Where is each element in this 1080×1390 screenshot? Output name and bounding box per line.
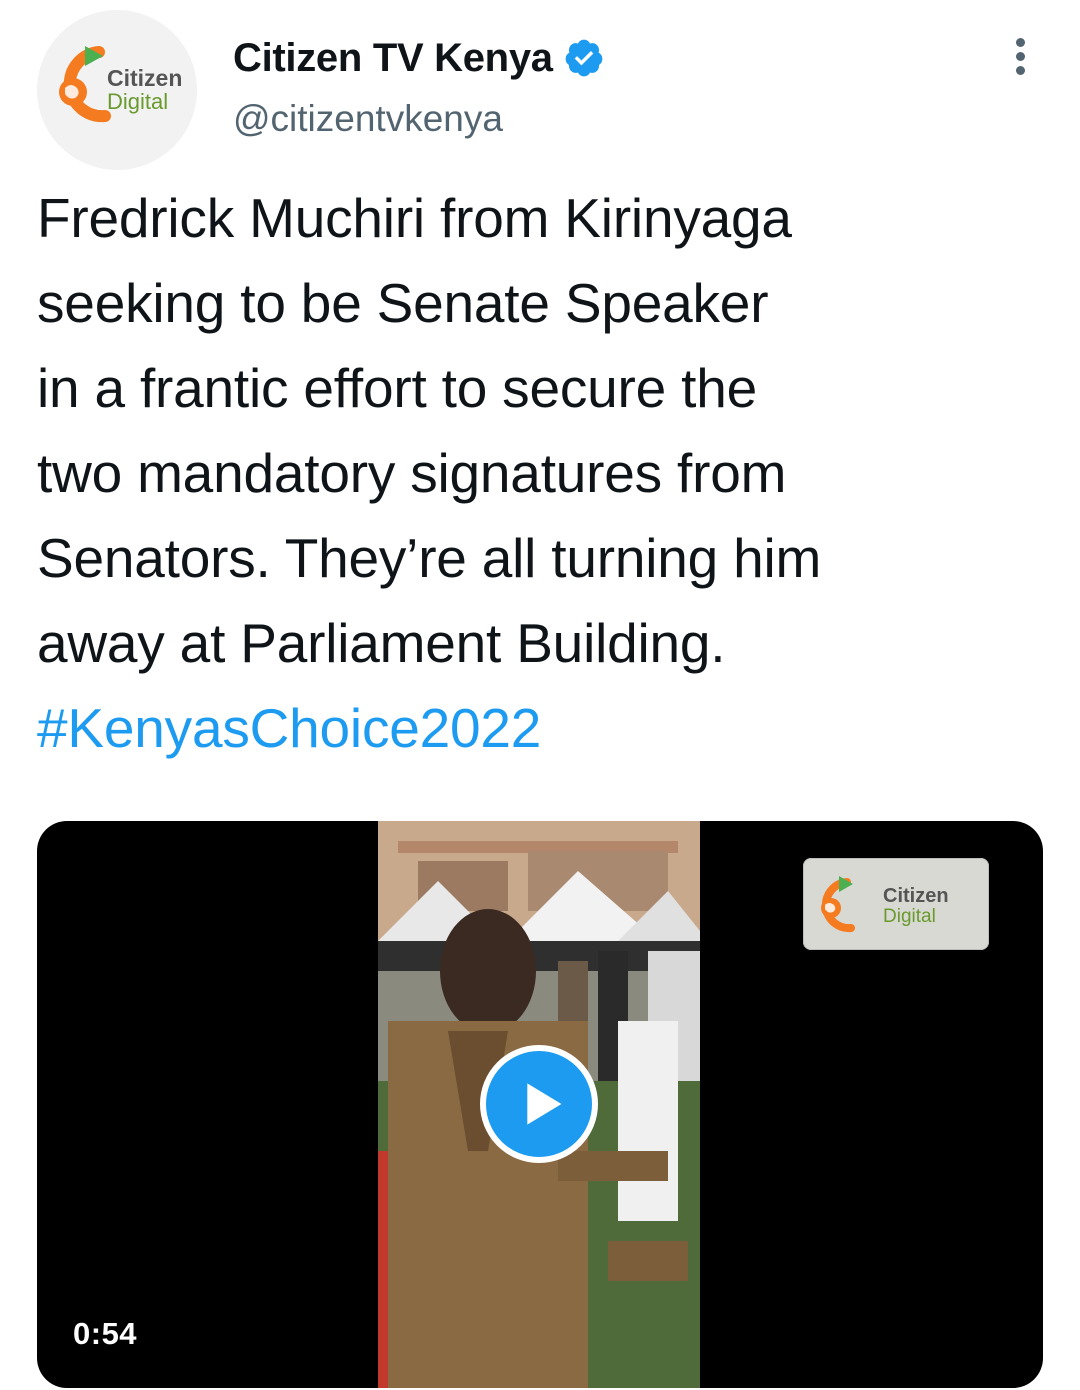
svg-text:Digital: Digital — [107, 89, 168, 114]
tweet-text-line: seeking to be Senate Speaker — [37, 272, 769, 334]
more-vertical-icon — [1015, 37, 1025, 47]
author-display-name[interactable]: Citizen TV Kenya — [233, 36, 553, 81]
tweet-text-line: away at Parliament Building. — [37, 612, 726, 674]
author-avatar[interactable]: Citizen Digital — [37, 10, 197, 170]
hashtag-link[interactable]: #KenyasChoice2022 — [37, 686, 1047, 771]
tweet-text-line: Senators. They’re all turning him — [37, 527, 822, 589]
tweet-text: Fredrick Muchiri from Kirinyaga seeking … — [37, 176, 1047, 771]
play-icon — [527, 1083, 562, 1125]
tweet-text-line: Fredrick Muchiri from Kirinyaga — [37, 187, 792, 249]
tweet-text-line: in a frantic effort to secure the — [37, 357, 758, 419]
video-player[interactable]: Citizen Digital 0:54 — [37, 821, 1043, 1388]
more-options-button[interactable] — [1000, 30, 1040, 82]
svg-text:Citizen: Citizen — [883, 885, 949, 907]
svg-text:Citizen: Citizen — [107, 65, 182, 91]
citizen-digital-logo-icon: Citizen Digital — [37, 10, 197, 170]
author-name-row: Citizen TV Kenya — [233, 30, 605, 86]
more-vertical-icon-dot — [1015, 65, 1025, 75]
citizen-digital-logo-icon: Citizen Digital — [821, 876, 949, 933]
verified-badge-icon — [565, 39, 603, 77]
citizen-digital-watermark: Citizen Digital — [803, 858, 989, 950]
tweet-text-line: two mandatory signatures from — [37, 442, 787, 504]
play-button[interactable] — [480, 1045, 598, 1163]
author-handle[interactable]: @citizentvkenya — [233, 98, 503, 140]
video-duration-badge: 0:54 — [59, 1312, 152, 1356]
svg-text:Digital: Digital — [883, 906, 936, 927]
more-vertical-icon-dot — [1015, 51, 1025, 61]
